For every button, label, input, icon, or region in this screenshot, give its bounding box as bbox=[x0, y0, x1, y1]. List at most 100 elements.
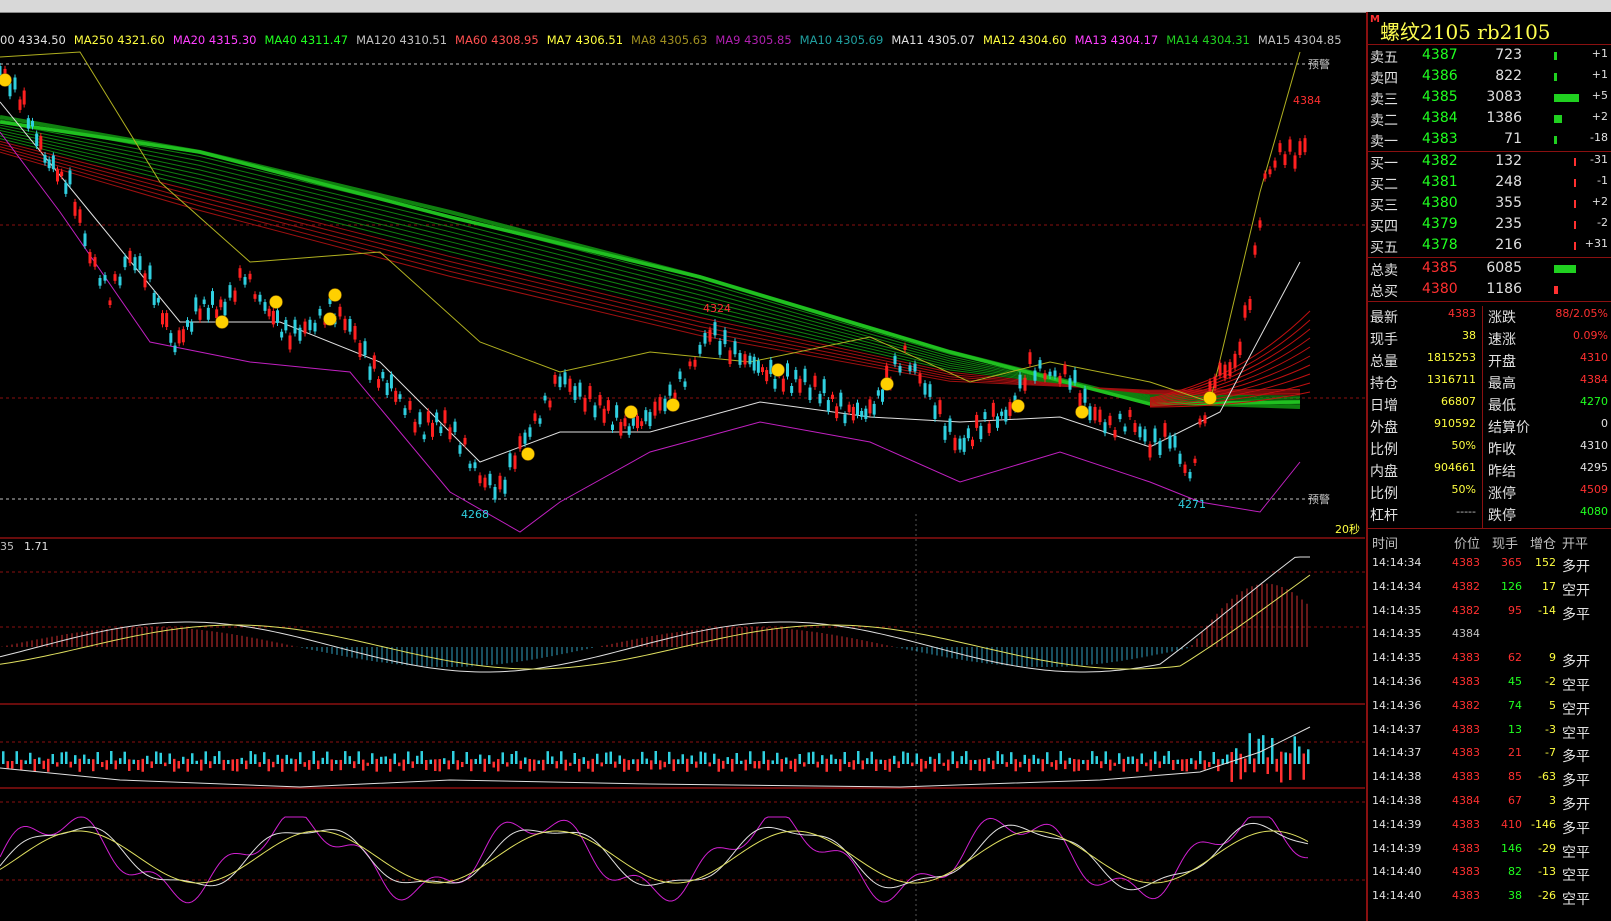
trade-time: 14:14:39 bbox=[1372, 841, 1422, 855]
trade-price: 4384 bbox=[1452, 627, 1480, 641]
trade-row[interactable]: 14:14:37 4383 13 -3 空平 bbox=[1368, 722, 1611, 743]
volume-bar bbox=[1059, 751, 1062, 764]
candle bbox=[1033, 370, 1037, 381]
trade-row[interactable]: 14:14:36 4382 74 5 空开 bbox=[1368, 698, 1611, 719]
volume-bar bbox=[632, 759, 635, 764]
volume-bar bbox=[1289, 753, 1292, 781]
bid-row[interactable]: 买一 4382 132 -31 bbox=[1368, 152, 1611, 173]
trade-row[interactable]: 14:14:35 4383 62 9 多开 bbox=[1368, 650, 1611, 671]
candle bbox=[703, 332, 707, 344]
volume-bar bbox=[335, 760, 338, 764]
kline-chart-area[interactable]: 预警 预警 4384 4324 4268 4271 20秒 35 1.71 00 4334.50… bbox=[0, 12, 1365, 921]
signal-smiley-icon bbox=[328, 288, 342, 302]
volume-bar bbox=[609, 751, 612, 764]
trade-type: 空平 bbox=[1562, 844, 1590, 861]
volume-bar bbox=[983, 759, 986, 772]
volume-bar bbox=[1181, 759, 1184, 771]
candle bbox=[903, 345, 907, 350]
total-price: 4385 bbox=[1422, 260, 1458, 276]
ask-row[interactable]: 卖二 4384 1386 +2 bbox=[1368, 109, 1611, 130]
candle bbox=[826, 400, 830, 412]
volume-bar bbox=[375, 758, 378, 772]
volume-bar bbox=[1104, 751, 1107, 764]
trade-row[interactable]: 14:14:34 4382 126 17 空开 bbox=[1368, 579, 1611, 600]
trade-row[interactable]: 14:14:39 4383 410 -146 多平 bbox=[1368, 817, 1611, 838]
candle bbox=[648, 412, 652, 427]
ask-change: +1 bbox=[1591, 68, 1608, 81]
bid-row[interactable]: 买四 4379 235 -2 bbox=[1368, 215, 1611, 236]
bid-label: 买五 bbox=[1370, 240, 1398, 256]
trade-row[interactable]: 14:14:39 4383 146 -29 空平 bbox=[1368, 841, 1611, 862]
volume-bar bbox=[654, 751, 657, 764]
col-time: 时间 bbox=[1372, 537, 1399, 552]
candle bbox=[263, 302, 267, 311]
volume-bar bbox=[1100, 761, 1103, 769]
candle bbox=[133, 257, 137, 271]
candle bbox=[22, 90, 26, 105]
candle bbox=[513, 455, 517, 469]
volume-bar bbox=[897, 761, 900, 768]
volume-bar bbox=[1284, 752, 1287, 764]
candle bbox=[238, 268, 242, 278]
volume-bar bbox=[1140, 753, 1143, 764]
bid-price: 4382 bbox=[1422, 153, 1458, 169]
volume-bar bbox=[591, 758, 594, 772]
candle bbox=[773, 378, 777, 389]
volume-bar bbox=[191, 753, 194, 764]
bid-row[interactable]: 买三 4380 355 +2 bbox=[1368, 194, 1611, 215]
volume-bar bbox=[276, 754, 279, 764]
trade-row[interactable]: 14:14:38 4383 85 -63 多平 bbox=[1368, 769, 1611, 790]
ask-row[interactable]: 卖五 4387 723 +1 bbox=[1368, 46, 1611, 67]
volume-bar bbox=[1154, 751, 1157, 764]
candle bbox=[138, 256, 142, 270]
volume-bar bbox=[776, 752, 779, 764]
trade-row[interactable]: 14:14:38 4384 67 3 多开 bbox=[1368, 793, 1611, 814]
candle bbox=[765, 370, 769, 382]
signal-smiley-icon bbox=[1203, 391, 1217, 405]
bid-price: 4380 bbox=[1422, 195, 1458, 211]
candle bbox=[338, 306, 342, 317]
candle bbox=[372, 355, 376, 369]
candle bbox=[443, 410, 447, 424]
stats-row: 外盘 910592 结算价 0 bbox=[1368, 416, 1611, 437]
trade-row[interactable]: 14:14:34 4383 365 152 多开 bbox=[1368, 555, 1611, 576]
trade-oi: -3 bbox=[1545, 722, 1556, 736]
volume-bar bbox=[870, 751, 873, 764]
volume-bar bbox=[758, 760, 761, 769]
trade-row[interactable]: 14:14:37 4383 21 -7 多平 bbox=[1368, 745, 1611, 766]
ask-row[interactable]: 卖一 4383 71 -18 bbox=[1368, 130, 1611, 151]
volume-bar bbox=[285, 754, 288, 764]
ask-row[interactable]: 卖三 4385 3083 +5 bbox=[1368, 88, 1611, 109]
candle bbox=[533, 413, 537, 421]
stat-value: 4310 bbox=[1580, 439, 1608, 452]
candle bbox=[161, 313, 164, 325]
candle bbox=[966, 428, 970, 439]
volume-bar bbox=[263, 752, 266, 764]
candle bbox=[1083, 388, 1087, 403]
volume-bar bbox=[573, 752, 576, 764]
trade-type: 空平 bbox=[1562, 725, 1590, 742]
trade-row[interactable]: 14:14:35 4384 bbox=[1368, 626, 1611, 647]
candle bbox=[627, 426, 631, 435]
volume-bar bbox=[510, 753, 513, 764]
candle bbox=[108, 300, 112, 305]
ask-price: 4383 bbox=[1422, 131, 1458, 147]
volume-bar bbox=[852, 760, 855, 770]
trade-row[interactable]: 14:14:40 4383 38 -26 空平 bbox=[1368, 888, 1611, 909]
stat-value: 910592 bbox=[1434, 417, 1476, 430]
volume-bar bbox=[146, 755, 149, 764]
trade-volume: 21 bbox=[1508, 746, 1522, 760]
trade-type: 多开 bbox=[1562, 654, 1590, 671]
candle bbox=[918, 373, 922, 384]
ask-row[interactable]: 卖四 4386 822 +1 bbox=[1368, 67, 1611, 88]
candle bbox=[1278, 143, 1282, 153]
trade-row[interactable]: 14:14:40 4383 82 -13 空平 bbox=[1368, 864, 1611, 885]
volume-bar bbox=[888, 758, 891, 772]
trade-row[interactable]: 14:14:36 4383 45 -2 空平 bbox=[1368, 674, 1611, 695]
candle bbox=[1028, 352, 1032, 365]
candle bbox=[26, 118, 30, 129]
trade-row[interactable]: 14:14:35 4382 95 -14 多平 bbox=[1368, 603, 1611, 624]
bid-row[interactable]: 买二 4381 248 -1 bbox=[1368, 173, 1611, 194]
bid-row[interactable]: 买五 4378 216 +31 bbox=[1368, 236, 1611, 257]
candle bbox=[1108, 415, 1112, 426]
